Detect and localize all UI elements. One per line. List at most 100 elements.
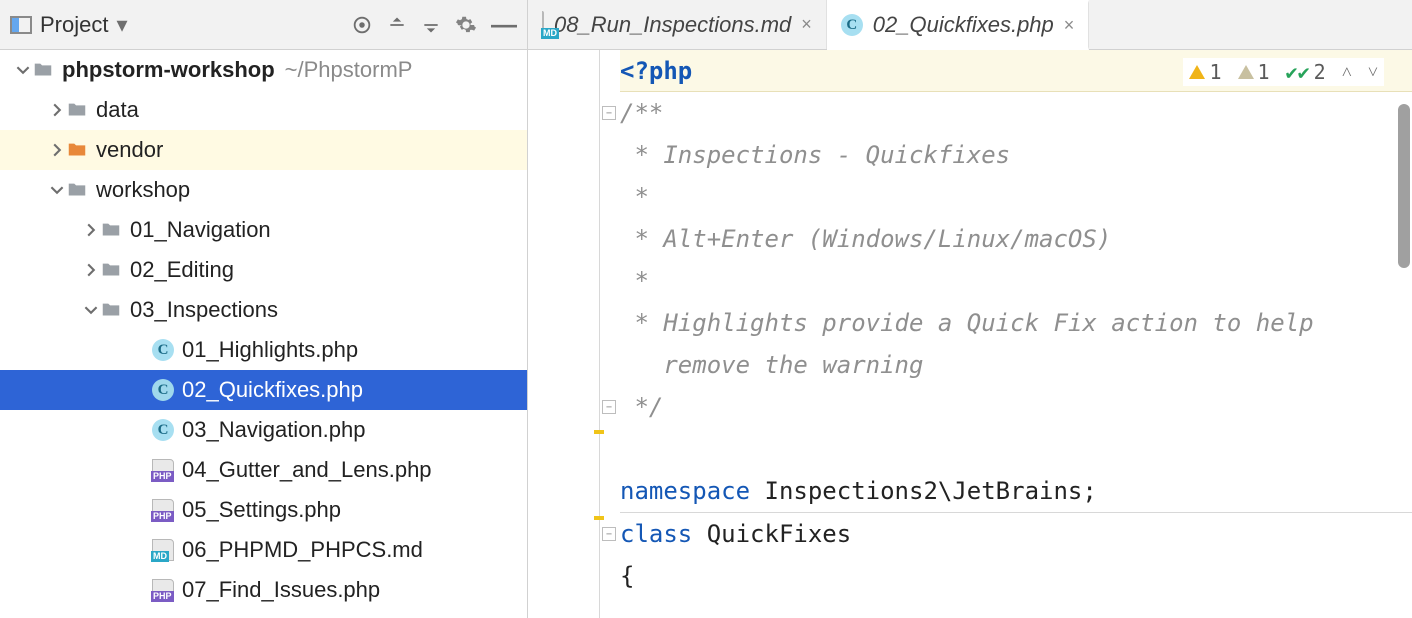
php-file-icon [152,459,174,481]
md-file-icon [152,539,174,561]
code-area[interactable]: <?php − /** * Inspections - Quickfixes *… [608,50,1412,618]
code-line: * [620,267,649,295]
tree-item-label: data [96,97,139,123]
close-tab-icon[interactable]: × [1064,15,1075,36]
editor-body[interactable]: <?php − /** * Inspections - Quickfixes *… [528,50,1412,618]
fold-marker-icon[interactable]: − [602,400,616,414]
tree-item-label: 02_Quickfixes.php [182,377,363,403]
folder-icon [100,259,122,281]
code-line: * Highlights provide a Quick Fix action … [620,309,1314,337]
chevron-down-icon [48,183,66,197]
editor-gutter [528,50,608,618]
tree-root[interactable]: phpstorm-workshop ~/PhpstormP [0,50,527,90]
tree-item-02-editing[interactable]: 02_Editing [0,250,527,290]
code-line: * Alt+Enter (Windows/Linux/macOS) [620,225,1111,253]
project-panel-title[interactable]: Project ▾ [10,12,128,38]
tree-item-label: workshop [96,177,190,203]
fold-marker-icon[interactable]: − [602,106,616,120]
tool-window-icon [10,16,32,34]
code-line: */ [620,393,663,421]
tab-label: 02_Quickfixes.php [873,12,1054,38]
tree-item-label: 07_Find_Issues.php [182,577,380,603]
chevron-right-icon [48,103,66,117]
tree-item-workshop[interactable]: workshop [0,170,527,210]
code-token-keyword: class [620,520,692,548]
chevron-down-icon [14,63,32,77]
warning-icon [1189,65,1205,79]
chevron-right-icon [48,143,66,157]
folder-icon [66,179,88,201]
tree-item-vendor[interactable]: vendor [0,130,527,170]
tree-file-02-quickfixes[interactable]: C 02_Quickfixes.php [0,370,527,410]
class-file-icon: C [152,419,174,441]
class-file-icon: C [152,379,174,401]
php-file-icon [152,499,174,521]
code-line: * Inspections - Quickfixes [620,141,1010,169]
code-token-text: Inspections2\JetBrains; [750,477,1097,505]
code-token-text: QuickFixes [692,520,851,548]
tree-item-label: 03_Navigation.php [182,417,365,443]
tree-file-01-highlights[interactable]: C 01_Highlights.php [0,330,527,370]
tree-file-04-gutter-lens[interactable]: 04_Gutter_and_Lens.php [0,450,527,490]
gutter-warning-mark[interactable] [594,430,604,434]
class-file-icon: C [152,339,174,361]
tree-item-label: 03_Inspections [130,297,278,323]
next-highlight-icon[interactable]: ˅ [1368,62,1378,83]
warning-count-2[interactable]: 1 [1238,60,1270,84]
tree-file-06-phpmd[interactable]: 06_PHPMD_PHPCS.md [0,530,527,570]
fold-marker-icon[interactable]: − [602,527,616,541]
tab-label: 08_Run_Inspections.md [554,12,791,38]
weak-warning-icon [1238,65,1254,79]
folder-icon [100,219,122,241]
md-file-icon [542,12,544,38]
project-tree: phpstorm-workshop ~/PhpstormP data vendo… [0,50,527,618]
hide-panel-icon[interactable]: — [491,9,517,40]
class-file-icon: C [841,14,863,36]
folder-icon [66,99,88,121]
tree-file-05-settings[interactable]: 05_Settings.php [0,490,527,530]
code-line: * [620,183,649,211]
code-line: /** [620,99,663,127]
close-tab-icon[interactable]: × [801,14,812,35]
tree-item-label: 04_Gutter_and_Lens.php [182,457,432,483]
tab-02-quickfixes[interactable]: C 02_Quickfixes.php × [827,0,1090,50]
folder-icon [66,139,88,161]
dropdown-icon: ▾ [116,12,127,38]
tree-item-label: 01_Navigation [130,217,271,243]
project-panel: Project ▾ — phpstorm-workshop ~/Phpstorm… [0,0,528,618]
tree-file-07-find-issues[interactable]: 07_Find_Issues.php [0,570,527,610]
tree-item-label: 01_Highlights.php [182,337,358,363]
chevron-down-icon [82,303,100,317]
vertical-scrollbar[interactable] [1398,104,1410,268]
code-line: <?php [620,57,692,85]
collapse-all-icon[interactable] [421,15,441,35]
warning-count-1[interactable]: 1 [1189,60,1221,84]
editor-tabs: 08_Run_Inspections.md × C 02_Quickfixes.… [528,0,1412,50]
inspections-widget[interactable]: 1 1 ✔✔2 ˄ ˅ [1183,58,1384,86]
editor: 08_Run_Inspections.md × C 02_Quickfixes.… [528,0,1412,618]
tree-item-data[interactable]: data [0,90,527,130]
tree-item-label: 02_Editing [130,257,234,283]
prev-highlight-icon[interactable]: ˄ [1342,62,1352,83]
tree-item-03-inspections[interactable]: 03_Inspections [0,290,527,330]
ok-count[interactable]: ✔✔2 [1286,60,1326,84]
gutter-warning-mark[interactable] [594,516,604,520]
expand-all-icon[interactable] [387,15,407,35]
tree-item-01-navigation[interactable]: 01_Navigation [0,210,527,250]
tree-item-label: 06_PHPMD_PHPCS.md [182,537,423,563]
project-panel-header: Project ▾ — [0,0,527,50]
tab-08-run-inspections[interactable]: 08_Run_Inspections.md × [528,0,827,49]
folder-icon [100,299,122,321]
panel-title-label: Project [40,12,108,38]
settings-icon[interactable] [455,14,477,36]
folder-icon [32,59,54,81]
tree-file-03-navigation[interactable]: C 03_Navigation.php [0,410,527,450]
code-token-keyword: namespace [620,477,750,505]
select-opened-file-icon[interactable] [351,14,373,36]
chevron-right-icon [82,223,100,237]
code-line: { [620,562,634,590]
tree-item-label: vendor [96,137,163,163]
tree-root-name: phpstorm-workshop [62,57,275,83]
php-file-icon [152,579,174,601]
chevron-right-icon [82,263,100,277]
